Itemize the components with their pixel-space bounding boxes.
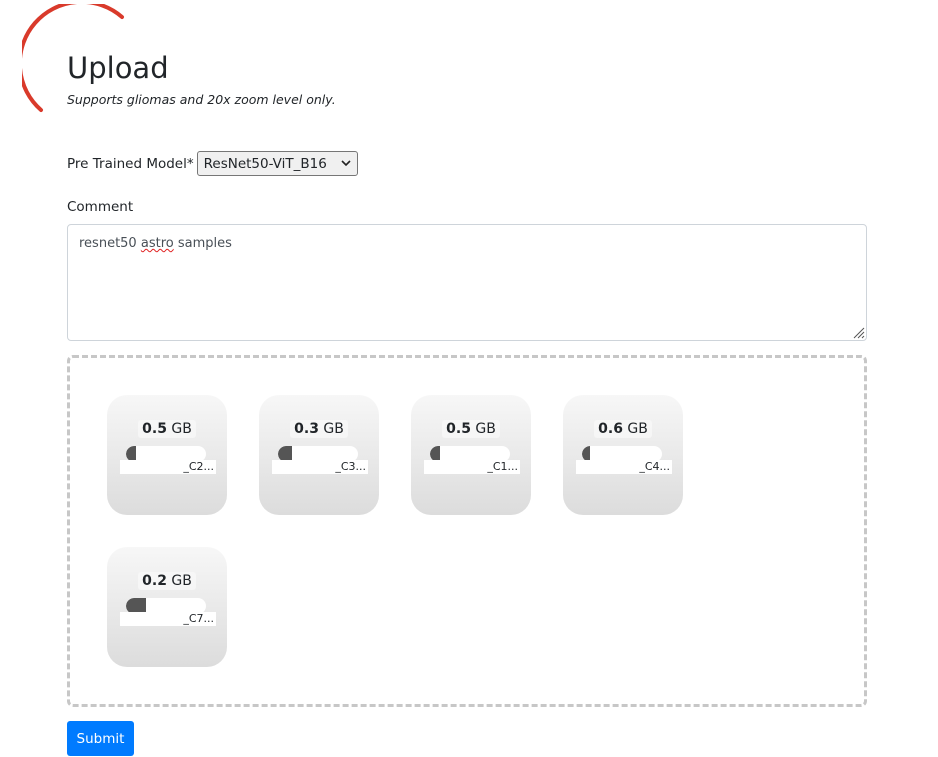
file-preview[interactable]: 0.5 GB _C2... [107, 395, 227, 515]
file-name: _C3... [272, 460, 368, 474]
file-name: _C7... [120, 612, 216, 626]
model-select-value: ResNet50-ViT_B16 [203, 155, 327, 172]
model-field: Pre Trained Model* ResNet50-ViT_B16 [67, 151, 358, 176]
file-name: _C2... [120, 460, 216, 474]
comment-text: resnet50 astro samples [79, 236, 232, 251]
file-dropzone[interactable]: 0.5 GB _C2... 0.3 GB _C3... 0.5 GB _C1..… [67, 355, 867, 707]
chevron-down-icon [341, 160, 351, 167]
comment-label: Comment [67, 199, 134, 215]
file-size: 0.6 GB [563, 420, 683, 438]
file-preview[interactable]: 0.6 GB _C4... [563, 395, 683, 515]
file-preview[interactable]: 0.5 GB _C1... [411, 395, 531, 515]
file-name: _C1... [424, 460, 520, 474]
file-preview[interactable]: 0.2 GB _C7... [107, 547, 227, 667]
comment-textarea[interactable]: resnet50 astro samples [67, 224, 867, 341]
file-size: 0.3 GB [259, 420, 379, 438]
page-subtitle: Supports gliomas and 20x zoom level only… [67, 92, 336, 107]
file-size: 0.5 GB [411, 420, 531, 438]
resize-grip-icon[interactable] [851, 325, 865, 339]
submit-button[interactable]: Submit [67, 721, 134, 756]
model-select[interactable]: ResNet50-ViT_B16 [196, 151, 358, 176]
file-name: _C4... [576, 460, 672, 474]
file-preview[interactable]: 0.3 GB _C3... [259, 395, 379, 515]
file-size: 0.5 GB [107, 420, 227, 438]
file-size: 0.2 GB [107, 572, 227, 590]
model-label: Pre Trained Model* [67, 155, 194, 172]
page-title: Upload [67, 51, 169, 85]
spellcheck-underline: astro [140, 236, 174, 251]
